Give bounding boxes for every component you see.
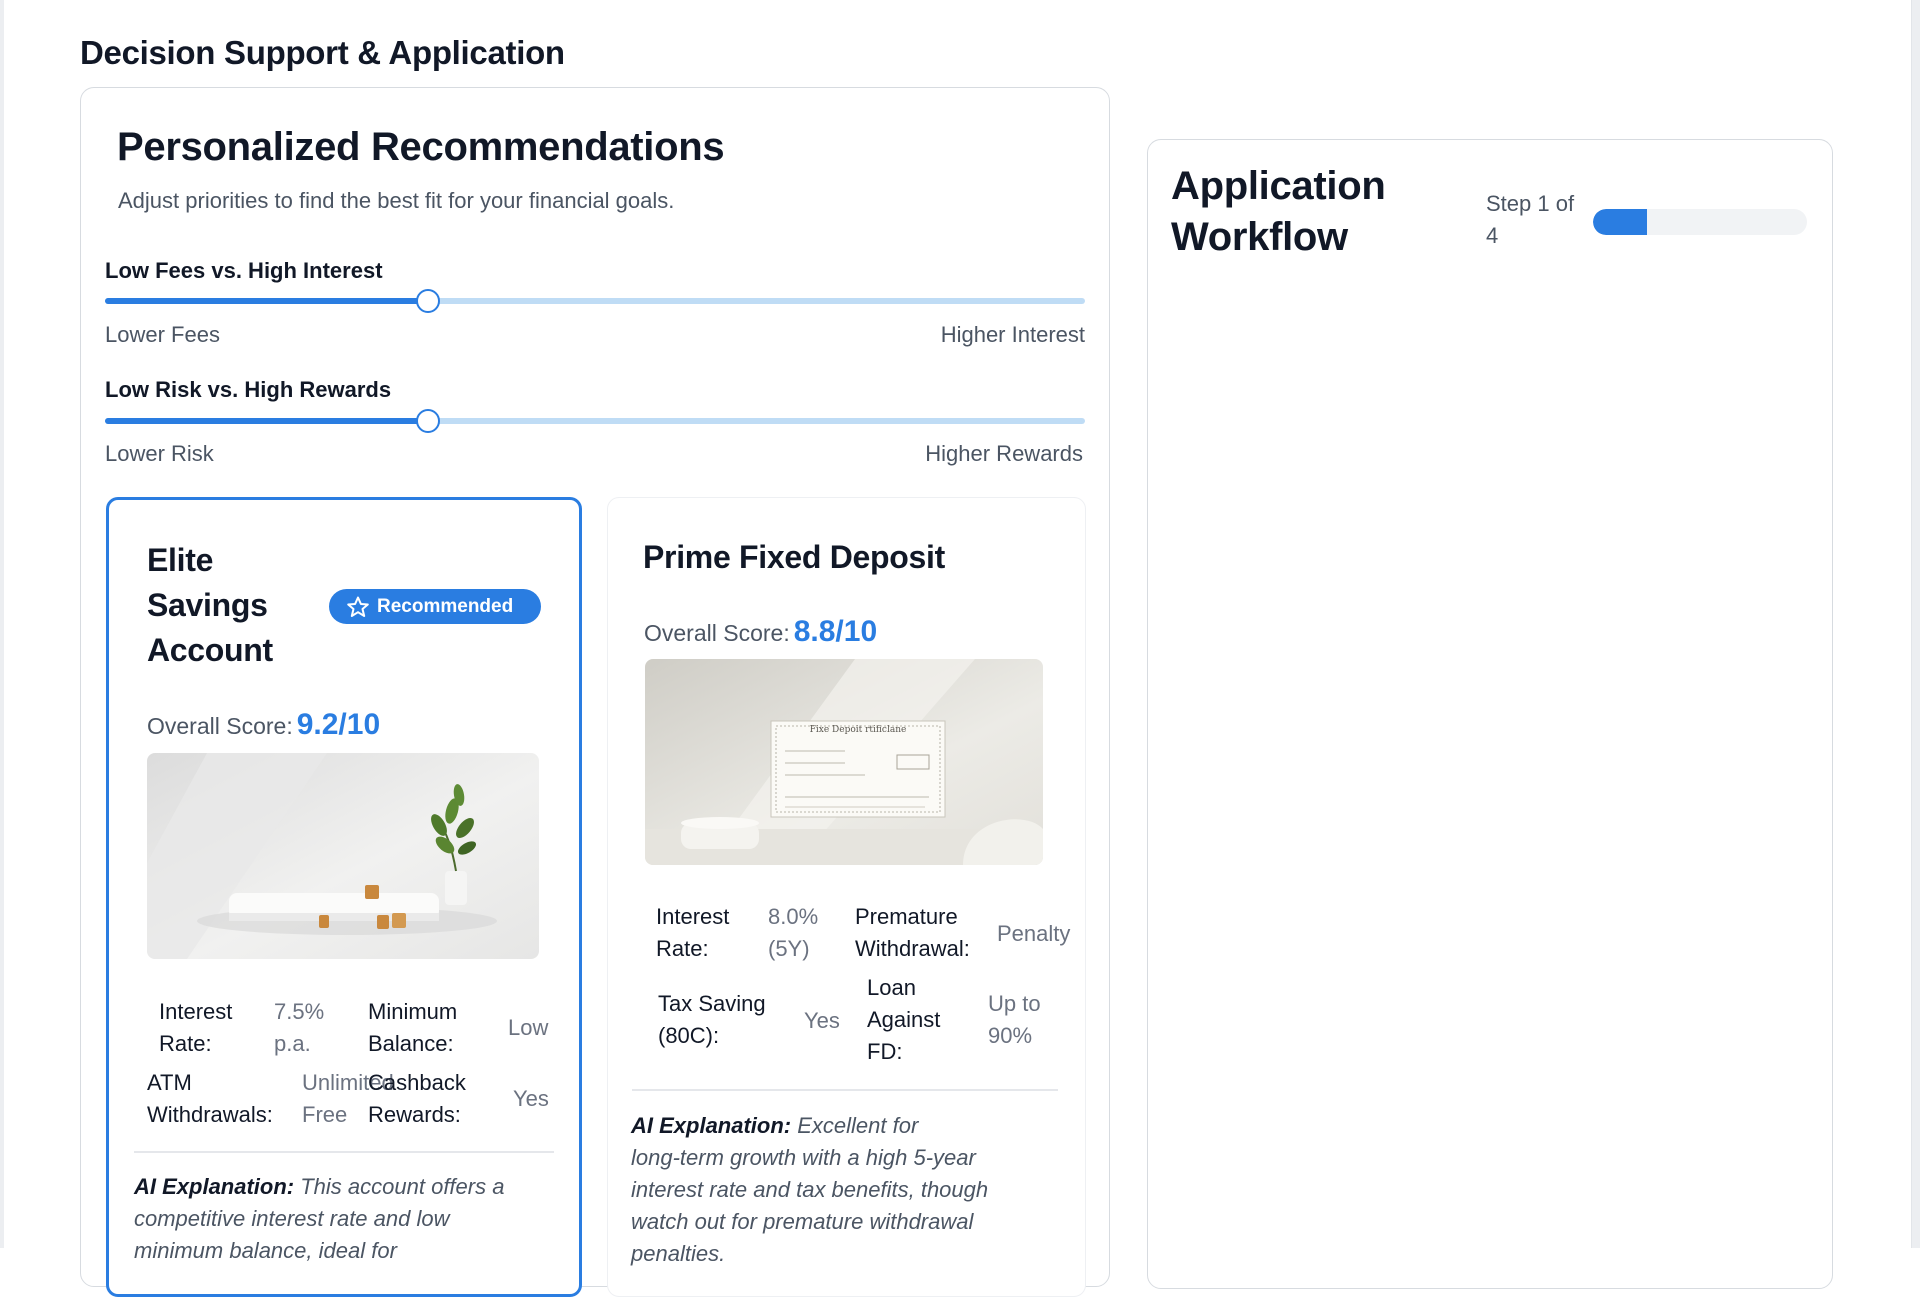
attribute-value-line: (5Y) — [768, 936, 810, 961]
ai-explanation-line: interest rate and tax benefits, though — [631, 1177, 989, 1202]
ai-explanation-label: AI Explanation: — [134, 1174, 295, 1199]
workflow-title-line: Workflow — [1171, 215, 1348, 259]
workflow-step-indicator: Step 1 of 4 — [1486, 188, 1596, 252]
workflow-progress-bar — [1593, 209, 1807, 235]
attribute-label-line: Cashback — [368, 1070, 466, 1095]
attribute-label-line: Rate: — [656, 936, 709, 961]
overall-score-label: Overall Score: — [644, 620, 790, 646]
certificate-title-text: Fixe Depoit rtificlane — [810, 725, 907, 735]
attribute-value: Yes — [804, 1008, 840, 1033]
ai-explanation-prime-fd: AI Explanation: Excellent for long-term … — [631, 1110, 1071, 1270]
attribute-value: Up to 90% — [988, 988, 1041, 1052]
page-left-edge — [0, 0, 4, 1248]
ai-explanation-text: This account offers a — [294, 1174, 505, 1199]
attribute-label-line: Minimum — [368, 999, 458, 1024]
attribute-value-line: p.a. — [274, 1031, 311, 1056]
ai-explanation-text: Excellent for — [791, 1113, 919, 1138]
star-outline-icon — [347, 596, 369, 617]
fees-interest-slider-label: Low Fees vs. High Interest — [105, 258, 383, 283]
recommended-badge-label: Recommended — [377, 596, 514, 617]
attribute-label-line: Rate: — [159, 1031, 212, 1056]
card-divider — [134, 1151, 554, 1153]
ai-explanation-line: AI Explanation: Excellent for — [631, 1110, 1071, 1142]
attribute-label-line: Balance: — [368, 1031, 454, 1056]
ai-explanation-label: AI Explanation: — [631, 1113, 792, 1138]
product-name-elite-savings: Elite Savings Account — [147, 538, 273, 673]
overall-score-value: 8.8/10 — [793, 615, 878, 648]
fees-interest-slider[interactable] — [105, 289, 1085, 313]
attribute-value: Penalty — [997, 921, 1071, 946]
product-name-line: Savings — [147, 587, 268, 623]
savings-display-image — [147, 753, 539, 959]
fees-interest-slider-fill — [105, 298, 429, 304]
attribute-label: Minimum Balance: — [368, 996, 457, 1060]
certificate-display-image: Fixe Depoit rtificlane — [645, 659, 1043, 865]
attribute-value: Low — [508, 1015, 549, 1040]
attribute-label-line: Premature — [855, 904, 958, 929]
risk-rewards-min-label: Lower Risk — [105, 441, 214, 466]
overall-score-elite-savings: Overall Score: 9.2/10 — [147, 708, 380, 742]
attribute-label-line: FD: — [867, 1039, 903, 1064]
attribute-label-line: (80C): — [658, 1023, 720, 1048]
product-name-line: Account — [147, 632, 273, 668]
attribute-value: Yes — [513, 1086, 549, 1111]
workflow-progress-fill — [1593, 209, 1647, 235]
fees-interest-max-label: Higher Interest — [940, 322, 1085, 347]
attribute-label: Loan Against FD: — [867, 972, 940, 1068]
product-image-prime-fd: Fixe Depoit rtificlane — [645, 659, 1043, 865]
recommended-badge: Recommended — [329, 589, 541, 624]
fees-interest-min-label: Lower Fees — [105, 322, 220, 347]
ai-explanation-line: penalties. — [631, 1241, 726, 1266]
workflow-step-line: 4 — [1486, 223, 1499, 248]
attribute-label-line: Rewards: — [368, 1102, 461, 1127]
attribute-label: Premature Withdrawal: — [855, 901, 970, 965]
ai-explanation-line: watch out for premature withdrawal — [631, 1209, 974, 1234]
recommendations-subtitle: Adjust priorities to find the best fit f… — [118, 188, 675, 213]
product-image-elite-savings — [147, 753, 539, 959]
product-name-line: Elite — [147, 542, 214, 578]
attribute-value-line: 90% — [988, 1023, 1033, 1048]
attribute-label-line: Loan — [867, 975, 916, 1000]
card-divider — [632, 1089, 1058, 1091]
overall-score-value: 9.2/10 — [296, 708, 381, 741]
workflow-title: Application Workflow — [1171, 161, 1386, 263]
ai-explanation-line: long-term growth with a high 5-year — [631, 1145, 976, 1170]
attribute-label-line: Withdrawal: — [855, 936, 970, 961]
product-name-prime-fd: Prime Fixed Deposit — [643, 539, 945, 575]
ai-explanation-line: minimum balance, ideal for — [134, 1238, 397, 1263]
risk-rewards-slider[interactable] — [105, 409, 1085, 433]
ai-explanation-elite-savings: AI Explanation: This account offers a co… — [134, 1171, 564, 1267]
attribute-label-line: Tax Saving — [658, 991, 766, 1016]
risk-rewards-max-label: Higher Rewards — [925, 441, 1083, 466]
attribute-value-line: 8.0% — [768, 904, 819, 929]
overall-score-label: Overall Score: — [147, 713, 293, 739]
attribute-label-line: Against — [867, 1007, 941, 1032]
attribute-label-line: Withdrawals: — [147, 1102, 273, 1127]
attribute-label-line: Interest — [159, 999, 233, 1024]
workflow-step-line: Step 1 of — [1486, 191, 1575, 216]
attribute-label: Interest Rate: — [159, 996, 232, 1060]
ai-explanation-line: AI Explanation: This account offers a — [134, 1171, 564, 1203]
risk-rewards-slider-label: Low Risk vs. High Rewards — [105, 377, 392, 402]
attribute-value-line: 7.5% — [274, 999, 325, 1024]
attribute-label: Tax Saving (80C): — [658, 988, 766, 1052]
attribute-label-line: ATM — [147, 1070, 192, 1095]
recommendations-title: Personalized Recommendations — [117, 125, 725, 169]
attribute-label: ATM Withdrawals: — [147, 1067, 273, 1131]
attribute-label-line: Interest — [656, 904, 730, 929]
attribute-label: Cashback Rewards: — [368, 1067, 466, 1131]
attribute-value: 7.5% p.a. — [274, 996, 324, 1060]
ai-explanation-line: competitive interest rate and low — [134, 1206, 450, 1231]
risk-rewards-slider-fill — [105, 418, 429, 424]
section-title: Decision Support & Application — [80, 34, 565, 71]
workflow-title-line: Application — [1171, 164, 1386, 208]
attribute-value-line: Up to — [988, 991, 1041, 1016]
attribute-label: Interest Rate: — [656, 901, 729, 965]
page-scrollbar-gutter[interactable] — [1911, 0, 1920, 1248]
attribute-value: 8.0% (5Y) — [768, 901, 818, 965]
overall-score-prime-fd: Overall Score: 8.8/10 — [644, 615, 877, 649]
application-workflow-panel — [1147, 139, 1833, 1289]
